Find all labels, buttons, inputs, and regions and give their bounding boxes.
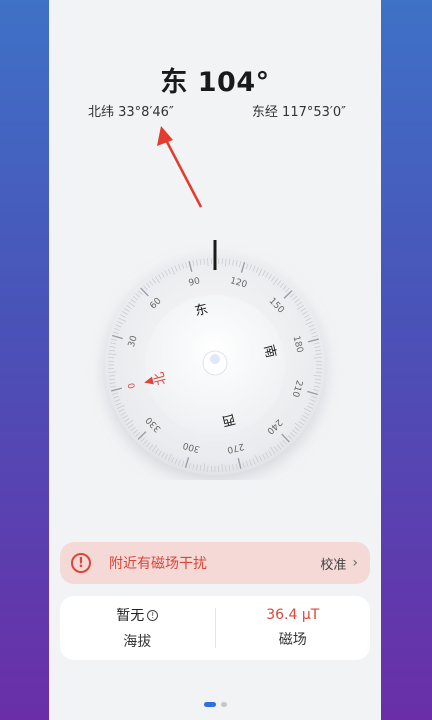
alert-text: 附近有磁场干扰 (109, 556, 207, 572)
exclamation-circle-icon: ! (71, 553, 91, 573)
info-circle-icon[interactable]: ! (147, 609, 159, 621)
chevron-right-icon: › (352, 555, 358, 571)
compass-dial[interactable]: 0306090 120150180210240270300330 北东南西 (49, 230, 381, 480)
magnetic-value: 36.4 μT (266, 607, 320, 623)
page-dot-active[interactable] (203, 702, 216, 707)
calibrate-button[interactable]: 校准 › (320, 554, 358, 573)
altitude-value: 暂无 (116, 608, 145, 624)
altitude-info[interactable]: 暂无 ! 海拔 (60, 596, 215, 660)
magnetic-interference-alert[interactable]: ! 附近有磁场干扰 校准 › (60, 542, 370, 584)
info-panel: 暂无 ! 海拔 36.4 μT 磁场 (60, 596, 370, 660)
dial-tick (108, 371, 117, 373)
page-indicator (49, 702, 381, 707)
magnetic-label: 磁场 (278, 632, 307, 648)
annotation-arrow (157, 126, 203, 208)
dial-tick (221, 463, 223, 472)
dial-tick (313, 357, 322, 359)
magnetic-info: 36.4 μT 磁场 (216, 596, 371, 660)
altitude-value-row: 暂无 ! (116, 605, 159, 625)
compass-card: 东 104° 北纬 33°8′46″ 东经 117°53′0″ 0 30 60 90 1… (49, 0, 381, 720)
page-dot[interactable] (220, 702, 227, 707)
center-logo-icon (202, 350, 228, 376)
altitude-label: 海拔 (123, 634, 152, 650)
calibrate-label: 校准 (320, 557, 347, 573)
dial-tick (207, 258, 209, 267)
